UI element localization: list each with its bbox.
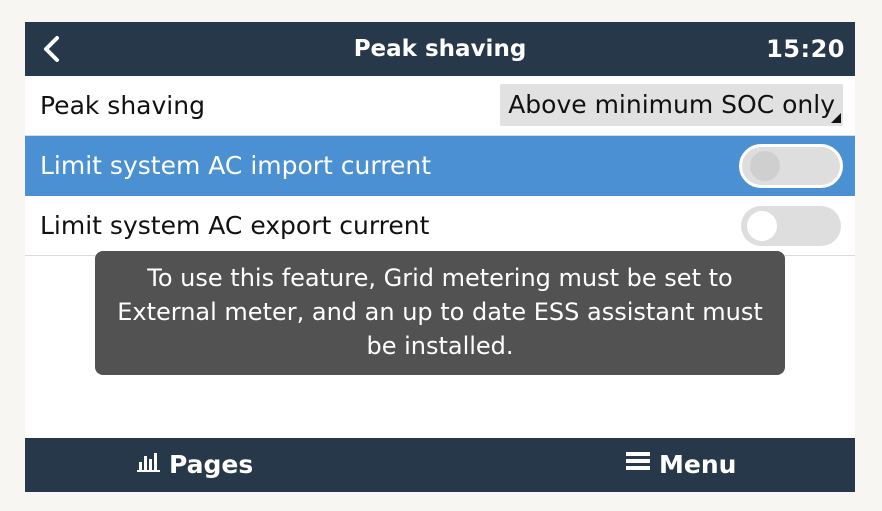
toggle-knob xyxy=(747,211,777,241)
device-screen: Peak shaving 15:20 Peak shaving Above mi… xyxy=(25,22,855,492)
pages-label: Pages xyxy=(169,450,254,479)
select-value: Above minimum SOC only xyxy=(508,90,835,119)
footer-bar: Pages Menu xyxy=(25,438,855,492)
toggle-knob xyxy=(750,151,780,181)
limit-export-toggle[interactable] xyxy=(741,206,841,246)
setting-label: Limit system AC import current xyxy=(40,151,431,180)
setting-row-limit-import[interactable]: Limit system AC import current xyxy=(25,136,855,196)
setting-label: Peak shaving xyxy=(40,91,205,120)
clock: 15:20 xyxy=(766,35,845,63)
setting-label: Limit system AC export current xyxy=(40,211,430,240)
info-toast: To use this feature, Grid metering must … xyxy=(95,251,785,375)
header-bar: Peak shaving 15:20 xyxy=(25,22,855,76)
pages-button[interactable]: Pages xyxy=(135,438,253,492)
setting-row-limit-export[interactable]: Limit system AC export current xyxy=(25,196,855,256)
bar-chart-icon xyxy=(135,437,161,491)
hamburger-menu-icon xyxy=(625,437,651,491)
peak-shaving-mode-select[interactable]: Above minimum SOC only xyxy=(500,84,843,126)
setting-row-peak-shaving[interactable]: Peak shaving Above minimum SOC only xyxy=(25,76,855,136)
menu-label: Menu xyxy=(659,450,737,479)
limit-import-toggle[interactable] xyxy=(739,144,843,188)
select-corner-marker xyxy=(831,113,841,123)
page-title: Peak shaving xyxy=(353,36,527,62)
menu-button[interactable]: Menu xyxy=(625,438,736,492)
